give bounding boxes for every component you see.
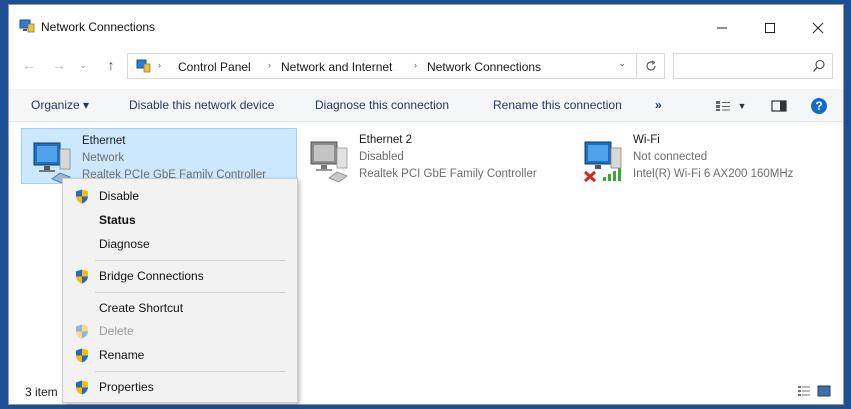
minimize-button[interactable] xyxy=(699,13,745,43)
rename-connection-button[interactable]: Rename this connection xyxy=(493,98,622,112)
large-icons-view-icon[interactable] xyxy=(817,384,831,398)
preview-pane-icon xyxy=(771,100,787,112)
breadcrumb-network-connections[interactable]: Network Connections xyxy=(427,60,541,74)
control-panel-icon xyxy=(136,59,151,73)
menu-item-label: Disable xyxy=(99,189,140,203)
menu-item-create-shortcut[interactable]: Create Shortcut xyxy=(65,297,295,319)
uac-shield-icon xyxy=(76,269,88,284)
uac-shield-icon xyxy=(76,380,88,395)
details-view-icon[interactable] xyxy=(797,384,811,398)
title-bar[interactable]: Network Connections xyxy=(9,5,843,45)
search-box[interactable] xyxy=(673,53,833,79)
up-button[interactable]: ↑ xyxy=(101,55,121,75)
adapter-status: Network xyxy=(82,152,125,164)
menu-item-label: Rename xyxy=(99,348,145,362)
adapter-name: Ethernet 2 xyxy=(359,134,413,146)
more-commands-button[interactable]: » xyxy=(655,98,662,112)
breadcrumb-control-panel[interactable]: Control Panel xyxy=(178,60,251,74)
refresh-button[interactable] xyxy=(637,53,665,79)
adapter-wifi[interactable]: Wi-Fi Not connected Intel(R) Wi-Fi 6 AX2… xyxy=(573,128,835,184)
adapter-ethernet[interactable]: Ethernet Network Realtek PCIe GbE Family… xyxy=(21,128,297,184)
preview-pane-button[interactable] xyxy=(767,97,791,115)
menu-item-label: Status xyxy=(99,213,136,227)
search-input[interactable] xyxy=(678,57,812,77)
diagnose-connection-button[interactable]: Diagnose this connection xyxy=(315,98,449,112)
uac-shield-icon xyxy=(76,189,88,204)
help-button[interactable]: ? xyxy=(807,97,831,115)
adapter-device: Intel(R) Wi-Fi 6 AX200 160MHz xyxy=(633,168,794,180)
menu-item-label: Create Shortcut xyxy=(99,301,184,315)
wifi-adapter-icon xyxy=(583,141,622,182)
adapter-ethernet-2[interactable]: Ethernet 2 Disabled Realtek PCI GbE Fami… xyxy=(299,128,569,184)
context-menu: Disable Status Diagnose Bridge Connectio… xyxy=(62,178,298,403)
menu-item-properties[interactable]: Properties xyxy=(65,376,295,398)
adapter-status: Disabled xyxy=(359,151,404,163)
adapter-status: Not connected xyxy=(633,151,708,163)
menu-item-label: Bridge Connections xyxy=(99,269,204,283)
help-icon: ? xyxy=(811,98,827,114)
menu-item-label: Delete xyxy=(99,324,134,338)
breadcrumb-separator: › xyxy=(158,60,161,70)
organize-button[interactable]: Organize ▾ xyxy=(31,98,89,112)
close-button[interactable] xyxy=(795,13,841,43)
forward-button[interactable]: → xyxy=(49,55,69,75)
menu-item-delete: Delete xyxy=(65,320,295,342)
address-bar[interactable]: › Control Panel › Network and Internet ›… xyxy=(127,53,637,79)
svg-text:?: ? xyxy=(815,99,822,113)
chevron-down-icon[interactable]: ⌄ xyxy=(618,58,626,69)
menu-item-bridge-connections[interactable]: Bridge Connections xyxy=(65,265,295,287)
view-options-icon xyxy=(716,101,730,111)
maximize-icon xyxy=(765,23,775,33)
menu-separator xyxy=(95,371,285,372)
menu-item-label: Properties xyxy=(99,380,154,394)
menu-separator xyxy=(95,260,285,261)
address-row: ← → ⌄ ↑ › Control Panel › Network and In… xyxy=(9,49,843,83)
disabled-ethernet-adapter-icon xyxy=(310,141,348,182)
view-dropdown-button[interactable]: ▼ xyxy=(735,97,749,115)
change-view-button[interactable] xyxy=(711,97,735,115)
adapter-name: Wi-Fi xyxy=(633,134,660,146)
refresh-icon xyxy=(645,60,656,71)
adapter-name: Ethernet xyxy=(82,135,126,147)
breadcrumb-separator: › xyxy=(268,60,271,70)
search-icon xyxy=(813,59,825,72)
window-title: Network Connections xyxy=(41,20,156,34)
uac-shield-icon xyxy=(76,324,88,339)
close-icon xyxy=(812,22,824,34)
ethernet-adapter-icon xyxy=(33,142,71,183)
menu-item-label: Diagnose xyxy=(99,237,150,251)
menu-item-disable[interactable]: Disable xyxy=(65,185,295,207)
maximize-button[interactable] xyxy=(747,13,793,43)
command-bar: Organize ▾ Disable this network device D… xyxy=(9,89,843,122)
breadcrumb-network-and-internet[interactable]: Network and Internet xyxy=(281,60,392,74)
breadcrumb-separator: › xyxy=(414,60,417,70)
menu-item-status[interactable]: Status xyxy=(65,209,295,231)
menu-separator xyxy=(95,292,285,293)
back-button[interactable]: ← xyxy=(19,55,39,75)
item-count: 3 item xyxy=(25,385,58,399)
recent-locations-button[interactable]: ⌄ xyxy=(73,55,93,75)
adapter-device: Realtek PCI GbE Family Controller xyxy=(359,168,537,180)
menu-item-rename[interactable]: Rename xyxy=(65,344,295,366)
minimize-icon xyxy=(717,27,727,29)
uac-shield-icon xyxy=(76,348,88,363)
network-connections-icon xyxy=(19,19,35,33)
disable-device-button[interactable]: Disable this network device xyxy=(129,98,274,112)
menu-item-diagnose[interactable]: Diagnose xyxy=(65,233,295,255)
